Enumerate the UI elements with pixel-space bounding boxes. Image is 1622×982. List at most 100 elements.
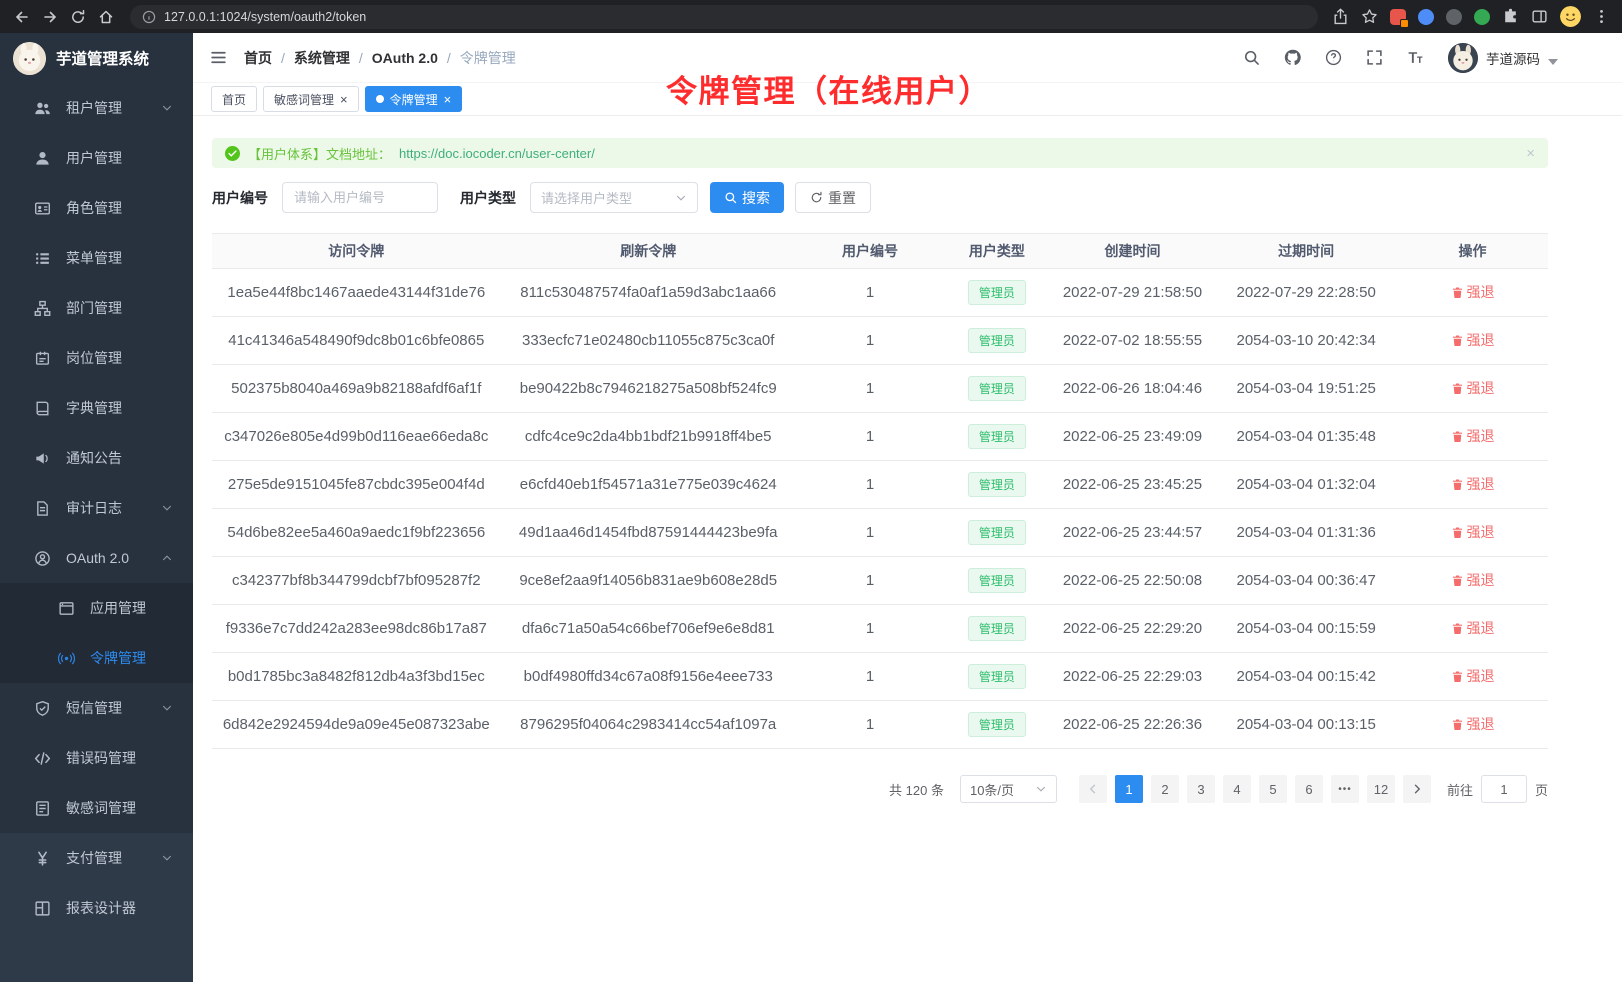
prev-page-button[interactable] xyxy=(1079,775,1107,803)
sidebar-item-sms[interactable]: 短信管理 xyxy=(0,683,193,733)
close-tab-icon[interactable]: × xyxy=(340,93,348,106)
expire-time-cell: 2054-03-10 20:42:34 xyxy=(1215,317,1397,365)
fullscreen-icon[interactable] xyxy=(1364,48,1384,68)
sidebar-item-oauth2-token[interactable]: 令牌管理 xyxy=(0,633,193,683)
action-cell: 强退 xyxy=(1397,317,1548,365)
sidebar-item-dict[interactable]: 字典管理 xyxy=(0,383,193,433)
expire-time-cell: 2022-07-29 22:28:50 xyxy=(1215,269,1397,317)
tab-home[interactable]: 首页 xyxy=(211,86,257,112)
browser-menu-icon[interactable] xyxy=(1593,8,1610,25)
user-type-select[interactable]: 请选择用户类型 xyxy=(530,182,698,213)
page-buttons: 123456•••12 xyxy=(1107,775,1395,803)
table-row: 502375b8040a469a9b82188afdf6af1fbe90422b… xyxy=(212,365,1548,413)
success-check-icon xyxy=(225,146,240,161)
sidebar-item-user[interactable]: 用户管理 xyxy=(0,133,193,183)
sidebar-item-report-designer[interactable]: 报表设计器 xyxy=(0,883,193,933)
extension-blue-icon[interactable] xyxy=(1418,9,1434,25)
page-button-1[interactable]: 1 xyxy=(1115,775,1143,803)
extension-red-icon[interactable] xyxy=(1390,9,1406,25)
search-button[interactable]: 搜索 xyxy=(710,182,784,213)
page-button-5[interactable]: 5 xyxy=(1259,775,1287,803)
github-icon[interactable] xyxy=(1282,48,1302,68)
close-alert-icon[interactable]: × xyxy=(1526,145,1535,162)
next-page-button[interactable] xyxy=(1403,775,1431,803)
user-type-cell: 管理员 xyxy=(944,701,1050,749)
force-logout-button[interactable]: 强退 xyxy=(1451,714,1495,734)
force-logout-button[interactable]: 强退 xyxy=(1451,618,1495,638)
user-type-tag: 管理员 xyxy=(968,712,1026,737)
sidebar-item-audit-log[interactable]: 审计日志 xyxy=(0,483,193,533)
url-bar[interactable]: 127.0.0.1:1024/system/oauth2/token xyxy=(130,5,1318,29)
sidebar-item-dept[interactable]: 部门管理 xyxy=(0,283,193,333)
sidebar-item-role[interactable]: 角色管理 xyxy=(0,183,193,233)
force-logout-button[interactable]: 强退 xyxy=(1451,378,1495,398)
force-logout-button[interactable]: 强退 xyxy=(1451,666,1495,686)
force-logout-button[interactable]: 强退 xyxy=(1451,426,1495,446)
force-logout-button[interactable]: 强退 xyxy=(1451,330,1495,350)
sidebar-item-label: 租户管理 xyxy=(66,98,161,118)
force-logout-button[interactable]: 强退 xyxy=(1451,570,1495,590)
user-type-cell: 管理员 xyxy=(944,365,1050,413)
user-type-cell: 管理员 xyxy=(944,317,1050,365)
force-logout-button[interactable]: 强退 xyxy=(1451,522,1495,542)
force-logout-button[interactable]: 强退 xyxy=(1451,282,1495,302)
help-icon[interactable] xyxy=(1323,48,1343,68)
sidebar-item-notice[interactable]: 通知公告 xyxy=(0,433,193,483)
forward-button[interactable] xyxy=(36,3,64,31)
refresh-button[interactable] xyxy=(64,3,92,31)
extension-dark-icon[interactable] xyxy=(1446,9,1462,25)
page-button-2[interactable]: 2 xyxy=(1151,775,1179,803)
sidebar-item-menu[interactable]: 菜单管理 xyxy=(0,233,193,283)
browser-profile-avatar[interactable] xyxy=(1560,6,1581,27)
force-logout-button[interactable]: 强退 xyxy=(1451,474,1495,494)
reset-button[interactable]: 重置 xyxy=(795,182,871,213)
extensions-puzzle-icon[interactable] xyxy=(1502,8,1519,25)
doc-link[interactable]: https://doc.iocoder.cn/user-center/ xyxy=(399,146,595,161)
font-size-icon[interactable] xyxy=(1405,48,1425,68)
sidebar-item-tenant[interactable]: 租户管理 xyxy=(0,83,193,133)
page-button-12[interactable]: 12 xyxy=(1367,775,1395,803)
breadcrumb-item-2[interactable]: OAuth 2.0 xyxy=(372,50,438,66)
page-button-3[interactable]: 3 xyxy=(1187,775,1215,803)
bookmark-star-icon[interactable] xyxy=(1361,8,1378,25)
collapse-menu-icon[interactable] xyxy=(208,48,228,68)
user-type-tag: 管理员 xyxy=(968,280,1026,305)
breadcrumb-item-0[interactable]: 首页 xyxy=(244,48,272,68)
share-icon[interactable] xyxy=(1332,8,1349,25)
home-button[interactable] xyxy=(92,3,120,31)
sidebar-item-error-code[interactable]: 错误码管理 xyxy=(0,733,193,783)
force-logout-label: 强退 xyxy=(1467,426,1495,446)
page-size-select[interactable]: 10条/页 xyxy=(960,775,1057,803)
page-button-6[interactable]: 6 xyxy=(1295,775,1323,803)
user-id-input[interactable] xyxy=(282,182,438,213)
breadcrumb-item-1[interactable]: 系统管理 xyxy=(294,48,350,68)
user-menu[interactable]: 芋道源码 xyxy=(1448,43,1558,73)
sidebar-item-label: 字典管理 xyxy=(66,398,173,418)
sidebar-item-oauth2-app[interactable]: 应用管理 xyxy=(0,583,193,633)
column-header: 操作 xyxy=(1397,234,1548,269)
split-view-icon[interactable] xyxy=(1531,8,1548,25)
user-type-cell: 管理员 xyxy=(944,509,1050,557)
sidebar-item-oauth2[interactable]: OAuth 2.0 xyxy=(0,533,193,583)
browser-chrome: 127.0.0.1:1024/system/oauth2/token xyxy=(0,0,1622,33)
sidebar-item-sensitive-word[interactable]: 敏感词管理 xyxy=(0,783,193,833)
tab-token[interactable]: 令牌管理× xyxy=(365,86,463,112)
page-button-more[interactable]: ••• xyxy=(1331,775,1359,803)
goto-page-input[interactable] xyxy=(1481,775,1527,803)
tab-sensitive-word[interactable]: 敏感词管理× xyxy=(263,86,359,112)
sidebar-item-pay[interactable]: 支付管理 xyxy=(0,833,193,883)
force-logout-label: 强退 xyxy=(1467,522,1495,542)
close-tab-icon[interactable]: × xyxy=(444,93,452,106)
chevron-down-icon xyxy=(675,192,687,204)
access-token-cell: 6d842e2924594de9a09e45e087323abe xyxy=(212,701,501,749)
page-button-4[interactable]: 4 xyxy=(1223,775,1251,803)
extension-green-icon[interactable] xyxy=(1474,9,1490,25)
refresh-token-cell: be90422b8c7946218275a508bf524fc9 xyxy=(501,365,796,413)
back-button[interactable] xyxy=(8,3,36,31)
search-icon[interactable] xyxy=(1241,48,1261,68)
sidebar-item-post[interactable]: 岗位管理 xyxy=(0,333,193,383)
code-icon xyxy=(34,750,51,767)
app-logo[interactable]: 芋道管理系统 xyxy=(0,33,193,83)
info-icon[interactable] xyxy=(142,10,156,24)
action-cell: 强退 xyxy=(1397,557,1548,605)
